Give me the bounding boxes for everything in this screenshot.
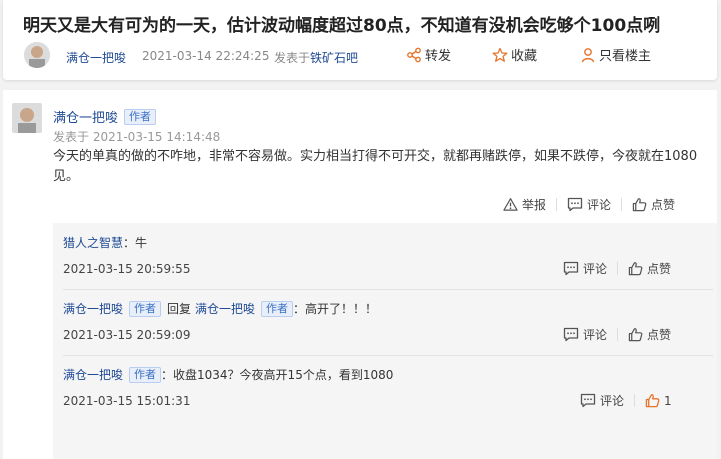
only-author-label: 只看楼主: [599, 49, 652, 64]
reply-like-count[interactable]: 1: [664, 394, 672, 408]
comment-icon: [563, 327, 579, 342]
reply-time: 2021-03-15 15:01:31: [63, 394, 191, 408]
favorite-label: 收藏: [511, 49, 538, 64]
reply-user[interactable]: 满仓一把唆: [63, 366, 123, 383]
reply-item: 满仓一把唆 作者 ：收盘1034？今夜高开15个点，看到1080 2021-03…: [53, 355, 717, 421]
reply-user[interactable]: 猎人之智慧: [63, 234, 123, 251]
reply-ops: 评论 1: [580, 392, 672, 409]
post-author: 满仓一把唆 作者: [53, 107, 157, 126]
reply-ops: 评论 点赞: [563, 326, 671, 343]
reply-item: 满仓一把唆 作者 回复 满仓一把唆 作者 ：高开了！！！ 2021-03-15 …: [53, 289, 717, 355]
author-badge: 作者: [261, 300, 294, 317]
author-badge: 作者: [129, 300, 162, 317]
share-icon: [407, 47, 421, 62]
person-icon: [581, 47, 595, 62]
comment-icon: [567, 197, 583, 212]
reply-line: 满仓一把唆 作者 ：收盘1034？今夜高开15个点，看到1080: [63, 366, 393, 383]
reply-line: 满仓一把唆 作者 回复 满仓一把唆 作者 ：高开了！！！: [63, 300, 377, 317]
reply-time: 2021-03-15 20:59:55: [63, 262, 191, 276]
report-button[interactable]: 举报: [522, 196, 546, 213]
reply-text: ：牛: [123, 236, 148, 250]
reply-like-button[interactable]: 点赞: [647, 326, 671, 343]
reply-comment-button[interactable]: 评论: [600, 392, 624, 409]
thumbs-up-icon[interactable]: [645, 393, 660, 408]
share-label: 转发: [425, 49, 452, 64]
reply-text: ：高开了！！！: [293, 302, 378, 316]
author-badge: 作者: [124, 108, 157, 125]
thumbs-up-icon: [628, 328, 643, 342]
post-author-link[interactable]: 满仓一把唆: [53, 107, 118, 126]
reply-time: 2021-03-15 20:59:09: [63, 328, 191, 342]
thumbs-up-icon: [628, 262, 643, 276]
reply-user[interactable]: 满仓一把唆: [63, 300, 123, 317]
author-avatar[interactable]: [24, 42, 50, 68]
thread-header-card: 明天又是大有可为的一天，估计波动幅度超过80点，不知道有没机会吃够个100点咧 …: [3, 0, 717, 80]
reply-item: 猎人之智慧 ：牛 2021-03-15 20:59:55 评论 点赞: [53, 223, 717, 289]
thread-forum-link[interactable]: 铁矿石吧: [310, 49, 358, 66]
reply-line: 猎人之智慧 ：牛: [63, 234, 147, 251]
reply-comment-button[interactable]: 评论: [583, 326, 607, 343]
thread-title: 明天又是大有可为的一天，估计波动幅度超过80点，不知道有没机会吃够个100点咧: [23, 16, 661, 36]
warning-icon: [503, 198, 518, 211]
post-author-avatar[interactable]: [12, 103, 42, 133]
only-author-button[interactable]: 只看楼主: [580, 45, 651, 64]
post-time: 发表于 2021-03-15 14:14:48: [53, 130, 221, 144]
post-container: 满仓一把唆 作者 发表于 2021-03-15 14:14:48 今天的单真的做…: [3, 90, 717, 459]
reply-list: 猎人之智慧 ：牛 2021-03-15 20:59:55 评论 点赞 满仓一把唆: [53, 223, 717, 459]
post-ops: 举报 评论 点赞: [503, 196, 675, 213]
favorite-button[interactable]: 收藏: [492, 45, 537, 64]
like-button[interactable]: 点赞: [651, 196, 675, 213]
reply-like-button[interactable]: 点赞: [647, 260, 671, 277]
reply-target-user[interactable]: 满仓一把唆: [195, 300, 255, 317]
star-icon: [492, 47, 508, 62]
thread-published-prefix: 发表于: [274, 51, 311, 65]
thread-author-link[interactable]: 满仓一把唆: [66, 49, 126, 66]
comment-button[interactable]: 评论: [587, 196, 611, 213]
author-badge: 作者: [129, 366, 162, 383]
share-button[interactable]: 转发: [406, 45, 451, 64]
thumbs-up-icon: [632, 198, 647, 212]
reply-ops: 评论 点赞: [563, 260, 671, 277]
thread-time: 2021-03-14 22:24:25: [142, 49, 270, 63]
comment-icon: [580, 393, 596, 408]
reply-word: 回复: [167, 302, 192, 316]
reply-text: ：收盘1034？今夜高开15个点，看到1080: [161, 368, 394, 382]
comment-icon: [563, 261, 579, 276]
post-content: 今天的单真的做的不咋地，非常不容易做。实力相当打得不可开交，就都再赌跌停，如果不…: [53, 149, 698, 184]
reply-comment-button[interactable]: 评论: [583, 260, 607, 277]
